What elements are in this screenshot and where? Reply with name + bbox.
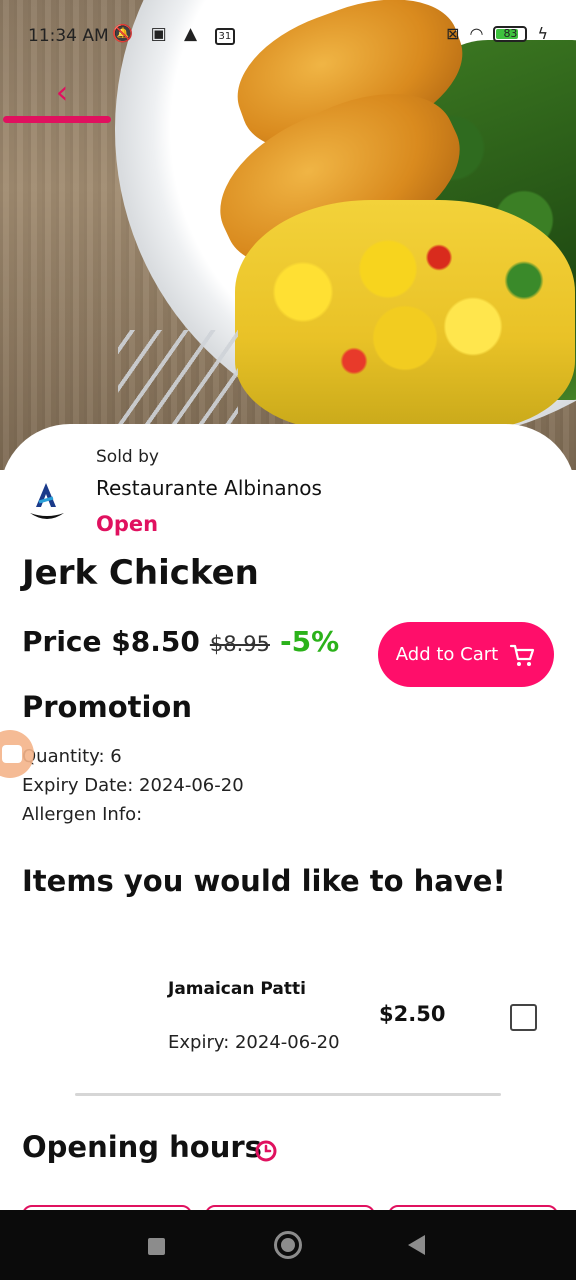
seller-logo	[30, 483, 64, 519]
chevron-left-icon: ‹	[55, 73, 69, 111]
promotion-quantity: Quantity: 6	[22, 746, 122, 767]
promotion-allergen: Allergen Info:	[22, 804, 143, 825]
clock-icon	[255, 1140, 277, 1162]
nav-back-icon[interactable]	[408, 1235, 425, 1255]
add-to-cart-button[interactable]: Add to Cart	[378, 622, 554, 687]
bell-off-icon: 🔕	[112, 24, 140, 44]
sim-off-icon: ⊠	[446, 24, 460, 43]
status-left-icons: 🔕 ▣ ▲ 31	[112, 24, 236, 45]
battery-level: 83	[503, 26, 518, 40]
price-row: Price $8.50 $8.95 -5%	[22, 625, 339, 658]
video-icon	[2, 745, 22, 763]
original-price: $8.95	[209, 632, 270, 656]
back-button[interactable]: ‹	[40, 70, 84, 114]
home-icon[interactable]	[274, 1231, 302, 1259]
suggestion-item-name: Jamaican Patti	[168, 979, 306, 999]
warning-icon: ▲	[184, 24, 204, 44]
wifi-icon: ◠	[469, 24, 484, 43]
calendar-icon: 31	[214, 28, 236, 45]
status-bar: 11:34 AM 🔕 ▣ ▲ 31 ⊠ ◠ 83 ϟ	[0, 0, 576, 70]
system-navigation-bar	[0, 1210, 576, 1280]
recents-icon[interactable]	[148, 1238, 165, 1255]
suggestion-item-checkbox[interactable]	[510, 1004, 537, 1031]
promotion-expiry: Expiry Date: 2024-06-20	[22, 775, 244, 796]
battery-icon: 83	[493, 25, 528, 42]
section-divider	[75, 1093, 501, 1096]
status-time: 11:34 AM	[28, 26, 109, 46]
back-button-underline	[3, 116, 111, 123]
promotion-title: Promotion	[22, 690, 192, 724]
opening-hours-title: Opening hours	[22, 1130, 262, 1164]
add-to-cart-label: Add to Cart	[395, 644, 499, 665]
discount-badge: -5%	[279, 625, 340, 658]
status-right-icons: ⊠ ◠ 83 ϟ	[446, 24, 548, 43]
suggestions-title: Items you would like to have!	[22, 864, 506, 898]
charging-icon: ϟ	[537, 24, 548, 43]
suggestion-item-price: $2.50	[379, 1002, 446, 1026]
cart-icon	[510, 644, 535, 666]
product-image	[0, 0, 576, 470]
suggestion-item-expiry: Expiry: 2024-06-20	[168, 1032, 340, 1053]
price-label: Price $8.50	[22, 625, 200, 658]
product-title: Jerk Chicken	[22, 553, 259, 593]
sold-by-label: Sold by	[96, 447, 159, 467]
seller-name[interactable]: Restaurante Albinanos	[96, 476, 322, 500]
seller-status: Open	[96, 512, 159, 536]
video-icon: ▣	[150, 24, 173, 44]
